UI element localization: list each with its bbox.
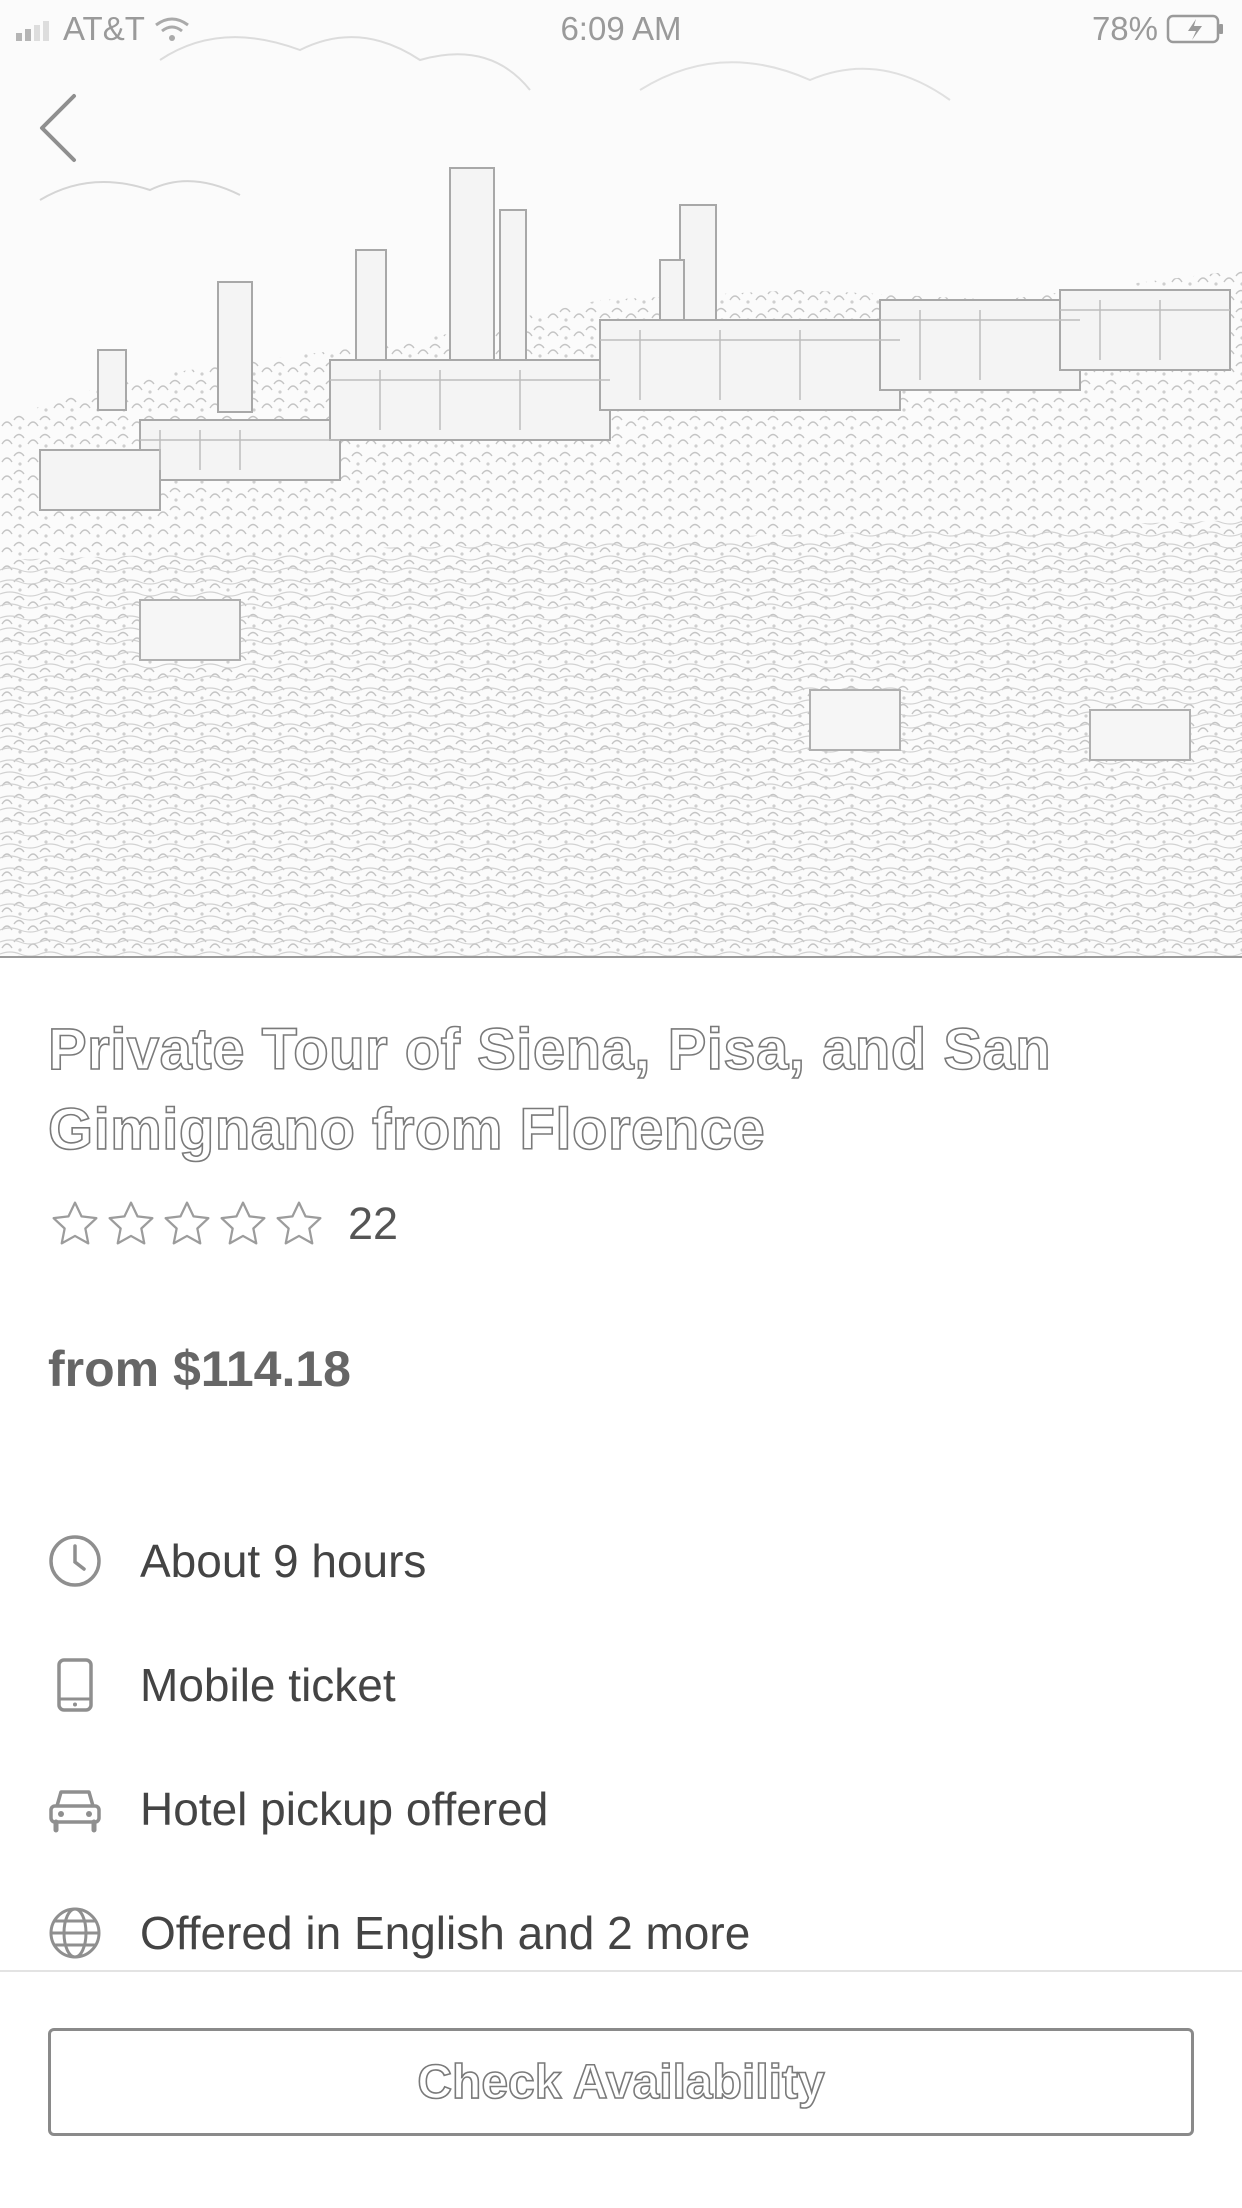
battery-percent: 78% bbox=[1091, 10, 1158, 47]
tour-title: Private Tour of Siena, Pisa, and San Gim… bbox=[47, 1016, 1052, 1163]
star-icon bbox=[220, 1201, 266, 1245]
star-rating bbox=[48, 1197, 326, 1251]
star-icon bbox=[276, 1201, 322, 1245]
feature-label: About 9 hours bbox=[140, 1535, 427, 1587]
price-label: from $114.18 bbox=[48, 1341, 351, 1397]
review-count: 22 bbox=[348, 1198, 399, 1249]
status-bar: AT&T 6:09 AM 78% bbox=[0, 0, 1242, 60]
mobile-phone-icon bbox=[46, 1656, 104, 1714]
status-right: 78% bbox=[1092, 10, 1226, 48]
feature-label: Mobile ticket bbox=[140, 1659, 396, 1711]
car-icon bbox=[46, 1780, 104, 1838]
footer-divider bbox=[0, 1970, 1242, 1972]
star-icon bbox=[52, 1201, 98, 1245]
check-availability-button[interactable]: Check Availability bbox=[48, 2028, 1194, 2136]
feature-pickup: Hotel pickup offered bbox=[0, 1748, 1242, 1872]
star-icon bbox=[164, 1201, 210, 1245]
status-time: 6:09 AM bbox=[560, 10, 682, 47]
feature-ticket: Mobile ticket bbox=[0, 1624, 1242, 1748]
chevron-left-icon bbox=[40, 94, 76, 162]
battery-charging-icon bbox=[1166, 14, 1223, 44]
feature-list: About 9 hours Mobile ticket Hotel pickup… bbox=[0, 1500, 1242, 1996]
feature-label: Offered in English and 2 more bbox=[140, 1907, 751, 1959]
hill-town-photo bbox=[0, 36, 1242, 956]
feature-duration: About 9 hours bbox=[0, 1500, 1242, 1624]
feature-language: Offered in English and 2 more bbox=[0, 1872, 1242, 1996]
star-icon bbox=[108, 1201, 154, 1245]
feature-label: Hotel pickup offered bbox=[140, 1783, 549, 1835]
globe-icon bbox=[46, 1904, 104, 1962]
clock-icon bbox=[46, 1532, 104, 1590]
hero-image: AT&T 6:09 AM 78% bbox=[0, 0, 1242, 958]
rating-row[interactable]: 22 bbox=[48, 1194, 398, 1254]
back-button[interactable] bbox=[26, 86, 90, 170]
